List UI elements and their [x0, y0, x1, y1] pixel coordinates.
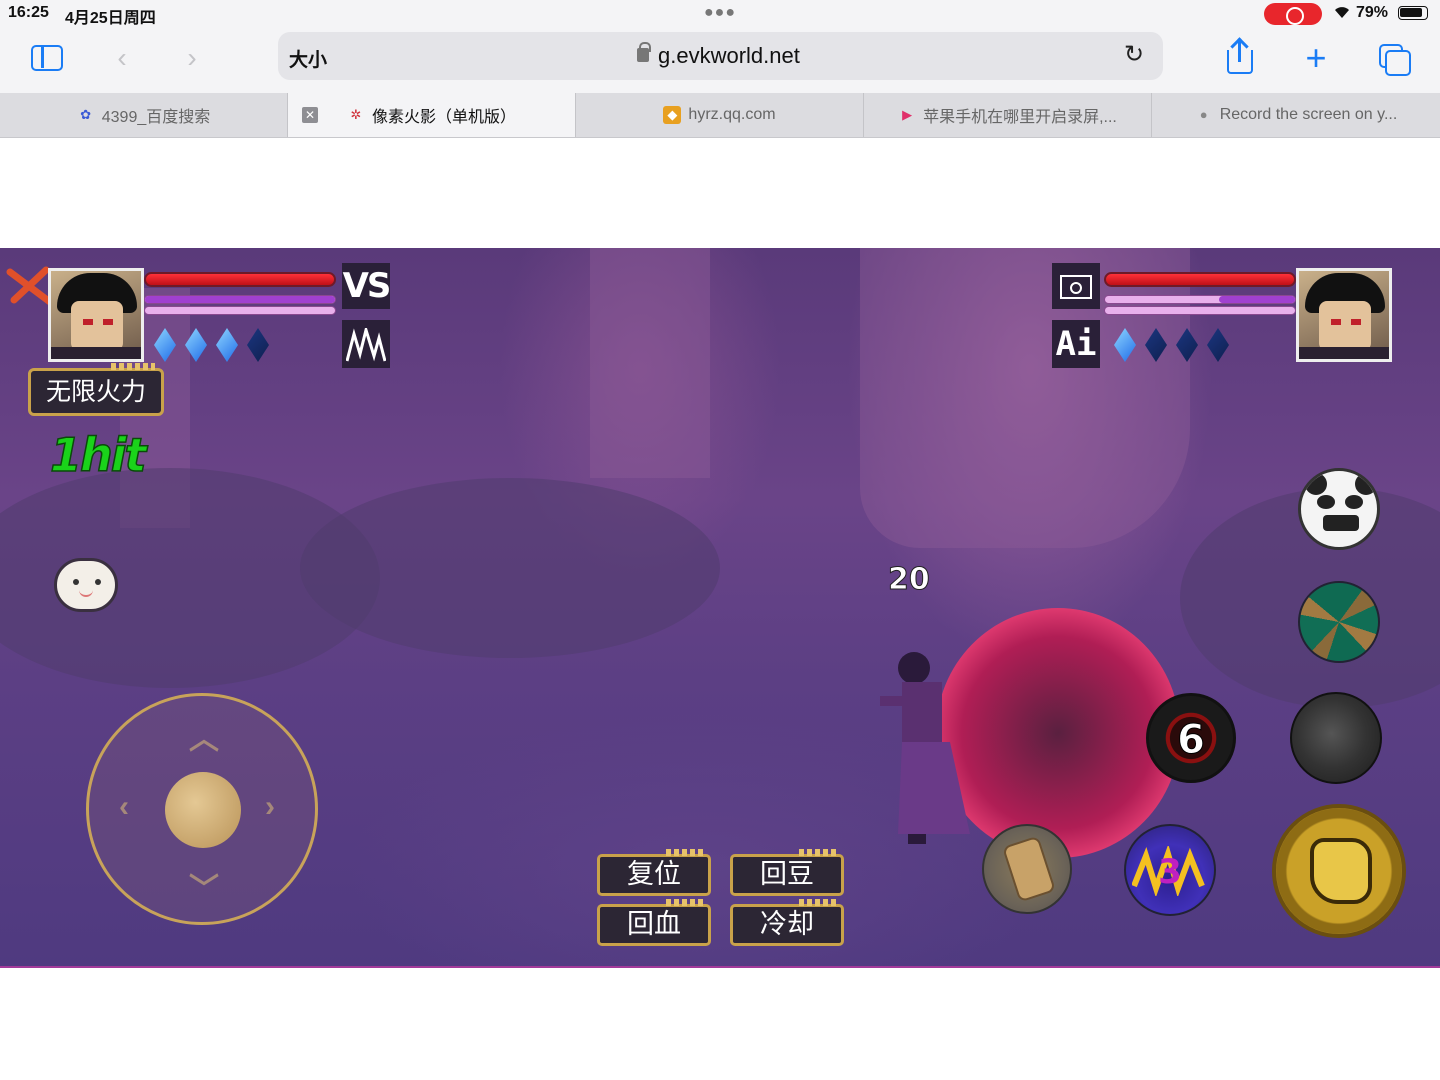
wave-cooldown: 3	[1158, 852, 1182, 892]
player1-portrait	[48, 268, 144, 362]
play-favicon: ▶	[902, 107, 913, 122]
chat-bubble-icon[interactable]	[54, 558, 118, 612]
player2-hp-bar	[1104, 272, 1296, 287]
tab-baidu-search[interactable]: ✿ 4399_百度搜索	[0, 93, 288, 137]
lightning-wave-skill-icon[interactable]: 3	[1124, 824, 1216, 916]
tab-label: 苹果手机在哪里开启录屏,...	[923, 109, 1117, 126]
joystick-left-icon: ‹	[119, 790, 129, 823]
tab-label: 4399_百度搜索	[101, 109, 211, 126]
ai-badge[interactable]: Ai	[1052, 320, 1100, 368]
chakra-gem-full-icon	[216, 328, 238, 362]
reset-button[interactable]: 复位	[597, 849, 711, 896]
joystick-knob[interactable]	[165, 772, 241, 848]
mountain-icon[interactable]	[342, 320, 390, 368]
status-bar: 16:25 4月25日周四 ●●● 79%	[0, 0, 1440, 27]
sharingan-cooldown: 6	[1177, 717, 1206, 764]
vs-badge: VS	[342, 263, 391, 309]
bush	[300, 478, 720, 658]
address-bar[interactable]: 大小 g.evkworld.net ↻	[278, 32, 1163, 80]
sidebar-toggle-icon[interactable]	[28, 40, 64, 76]
dark-beast-skill-icon[interactable]	[1290, 692, 1382, 784]
camera-icon[interactable]	[1052, 263, 1100, 309]
tab-pixel-naruto[interactable]: ✕ ✲ 像素火影（单机版）	[288, 93, 576, 137]
text-size-button[interactable]: 大小	[289, 45, 327, 72]
player2-portrait	[1296, 268, 1392, 362]
browser-toolbar: ‹ › 大小 g.evkworld.net ↻ +	[0, 26, 1440, 93]
heal-button[interactable]: 回血	[597, 899, 711, 946]
tab-record-screen[interactable]: ● Record the screen on y...	[1152, 93, 1440, 137]
multitasking-dots-icon[interactable]: ●●●	[704, 4, 736, 22]
apple-icon: ●	[1199, 107, 1208, 122]
close-tab-icon[interactable]: ✕	[302, 107, 318, 123]
naruto-favicon: ◆	[663, 106, 682, 124]
screen-recording-icon[interactable]	[1264, 3, 1322, 25]
attack-fist-button[interactable]	[1272, 804, 1406, 938]
tab-label: Record the screen on y...	[1219, 106, 1398, 123]
joystick-down-icon: ﹀	[189, 873, 219, 906]
player1-chakra-bar-2	[144, 306, 336, 315]
joystick-up-icon: ︿	[189, 723, 219, 756]
sharingan-skill-icon[interactable]: 6	[1146, 693, 1236, 783]
status-time: 16:25	[8, 4, 49, 21]
tree-trunk	[860, 248, 1190, 548]
tab-hyrz[interactable]: ◆ hyrz.qq.com	[576, 93, 864, 137]
wood-spikes-skill-icon[interactable]	[1298, 581, 1380, 663]
combo-counter: 1hit	[49, 427, 147, 483]
tab-label: 像素火影（单机版）	[371, 109, 516, 126]
player1-hp-bar	[144, 272, 336, 287]
game-canvas[interactable]: VS Ai 无限火力 1hit ︿ ﹀ ‹ › 20 复位 回豆 回血 冷却 6…	[0, 248, 1440, 968]
joystick-right-icon: ›	[265, 790, 275, 823]
virtual-joystick[interactable]: ︿ ﹀ ‹ ›	[86, 693, 318, 925]
forward-chevron-icon[interactable]: ›	[174, 40, 210, 76]
cooldown-button[interactable]: 冷却	[730, 899, 844, 946]
battery-icon	[1398, 6, 1428, 20]
player1-chakra-bar	[144, 295, 336, 304]
tab-overview-icon[interactable]	[1377, 40, 1413, 76]
wifi-icon	[1332, 3, 1352, 24]
url-host[interactable]: g.evkworld.net	[658, 43, 800, 69]
chakra-gem-empty-icon	[247, 328, 269, 362]
player2-chakra-bar	[1104, 295, 1296, 304]
share-icon[interactable]	[1222, 40, 1258, 76]
baidu-paw-icon: ✿	[80, 107, 92, 122]
reload-icon[interactable]: ↻	[1124, 40, 1144, 69]
chakra-gem-empty-icon	[1207, 328, 1229, 362]
new-tab-plus-icon[interactable]: +	[1298, 40, 1334, 76]
lock-icon	[637, 42, 651, 62]
infinite-fire-button[interactable]: 无限火力	[28, 363, 164, 416]
battery-percent: 79%	[1356, 4, 1389, 21]
tab-strip: ✿ 4399_百度搜索 ✕ ✲ 像素火影（单机版） ◆ hyrz.qq.com …	[0, 93, 1440, 138]
damage-number: 20	[888, 562, 931, 598]
tab-iphone-recording[interactable]: ▶ 苹果手机在哪里开启录屏,...	[864, 93, 1152, 137]
player2-chakra-bar-2	[1104, 306, 1296, 315]
substitution-log-skill-icon[interactable]	[982, 824, 1072, 914]
shuriken-icon: ✲	[350, 107, 362, 122]
tab-label: hyrz.qq.com	[688, 106, 776, 123]
status-date: 4月25日周四	[65, 10, 156, 27]
refill-beans-button[interactable]: 回豆	[730, 849, 844, 896]
fighter-sprite	[880, 638, 980, 848]
summon-panda-skill-icon[interactable]	[1298, 468, 1380, 550]
tree-trunk	[590, 248, 710, 478]
fist-icon	[1310, 838, 1372, 904]
back-chevron-icon[interactable]: ‹	[104, 40, 140, 76]
